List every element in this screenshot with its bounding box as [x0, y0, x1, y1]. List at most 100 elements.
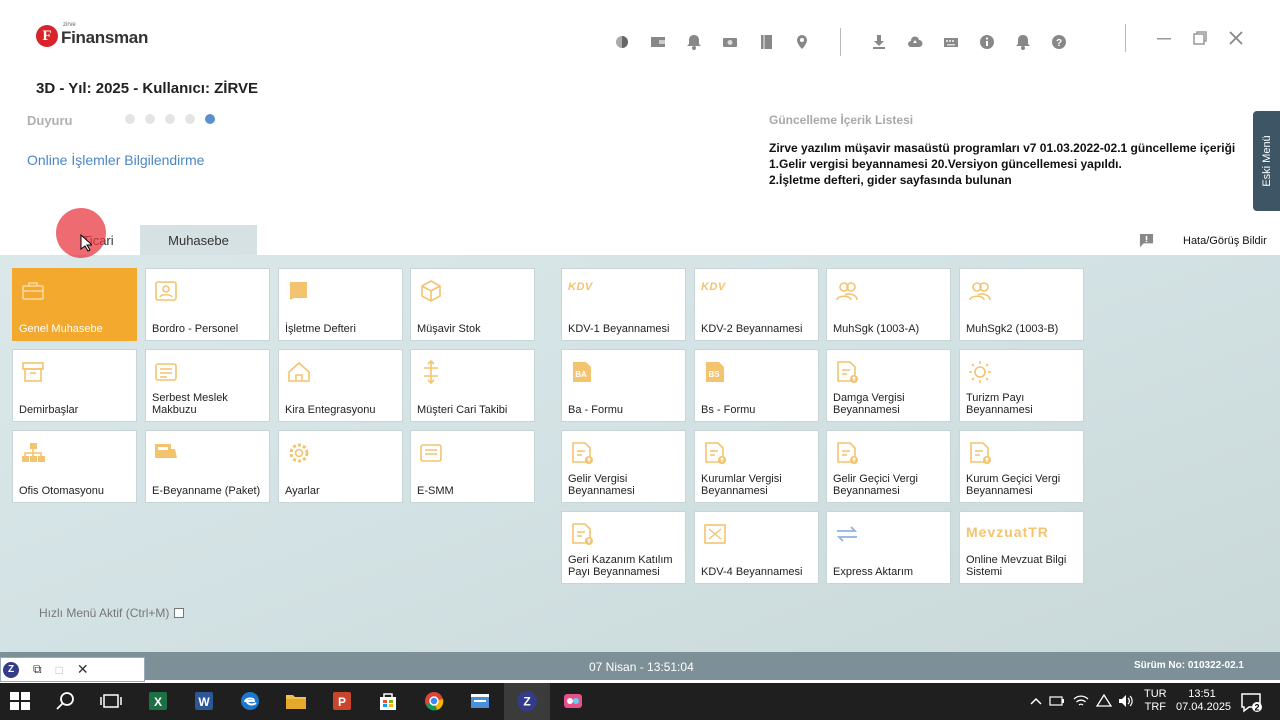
- tray-chevron-icon[interactable]: [1028, 693, 1044, 712]
- chrome-icon[interactable]: [423, 690, 445, 712]
- language-indicator[interactable]: TUR TRF: [1144, 688, 1167, 714]
- network-icon[interactable]: [1095, 693, 1113, 712]
- update-line: 2.İşletme defteri, gider sayfasında bulu…: [769, 173, 1012, 187]
- tile-label: Bs - Formu: [701, 404, 756, 416]
- file-explorer-icon[interactable]: [285, 690, 307, 712]
- gear-icon: [287, 441, 311, 465]
- store-icon[interactable]: [377, 690, 399, 712]
- tile-damga-vergisi[interactable]: Damga Vergisi Beyannamesi: [826, 349, 951, 422]
- tile-muhsgk[interactable]: MuhSgk (1003-A): [826, 268, 951, 341]
- doc-upload-icon: [968, 441, 992, 465]
- tile-label: Serbest Meslek Makbuzu: [152, 392, 228, 416]
- edge-icon[interactable]: [239, 690, 261, 712]
- tile-muhsgk2[interactable]: MuhSgk2 (1003-B): [959, 268, 1084, 341]
- tile-kdv1[interactable]: KDV KDV-1 Beyannamesi: [561, 268, 686, 341]
- archive-icon: [21, 360, 45, 384]
- wallet-icon[interactable]: [648, 32, 668, 52]
- maximize-icon[interactable]: □: [56, 663, 63, 677]
- money-icon[interactable]: [720, 32, 740, 52]
- lang-line2: TRF: [1144, 701, 1166, 713]
- notebook-icon[interactable]: [756, 32, 776, 52]
- update-list-body: Zirve yazılım müşavir masaüstü programla…: [769, 140, 1249, 188]
- task-view-icon[interactable]: [100, 690, 122, 712]
- tile-kdv4[interactable]: KDV-4 Beyannamesi: [694, 511, 819, 584]
- old-menu-button[interactable]: Eski Menü: [1253, 111, 1280, 211]
- tile-express-aktarim[interactable]: Express Aktarım: [826, 511, 951, 584]
- package-icon: [154, 441, 178, 465]
- page-title: 3D - Yıl: 2025 - Kullanıcı: ZİRVE: [36, 80, 259, 97]
- book-icon: [287, 279, 311, 303]
- app-window-icon[interactable]: [469, 690, 491, 712]
- restore-button[interactable]: [1190, 28, 1210, 48]
- tile-isletme-defteri[interactable]: İşletme Defteri: [278, 268, 403, 341]
- tile-kurum-gecici[interactable]: Kurum Geçici Vergi Beyannamesi: [959, 430, 1084, 503]
- notification-center-icon[interactable]: 2: [1240, 691, 1262, 718]
- tile-e-beyanname[interactable]: E-Beyanname (Paket): [145, 430, 270, 503]
- info-icon[interactable]: [977, 32, 997, 52]
- tile-demirbaslar[interactable]: Demirbaşlar: [12, 349, 137, 422]
- keyboard-icon[interactable]: [941, 32, 961, 52]
- volume-icon[interactable]: [1118, 693, 1134, 712]
- battery-icon[interactable]: [1049, 693, 1065, 712]
- carousel-dot-active[interactable]: [205, 114, 215, 124]
- carousel-dot[interactable]: [185, 114, 195, 124]
- alert-bell-icon[interactable]: [1013, 32, 1033, 52]
- tile-online-mevzuat[interactable]: MevzuatTR Online Mevzuat Bilgi Sistemi: [959, 511, 1084, 584]
- tile-label: E-SMM: [417, 485, 454, 497]
- tile-gelir-gecici[interactable]: Gelir Geçici Vergi Beyannamesi: [826, 430, 951, 503]
- tile-ayarlar[interactable]: Ayarlar: [278, 430, 403, 503]
- tile-kdv2[interactable]: KDV KDV-2 Beyannamesi: [694, 268, 819, 341]
- quick-menu-toggle[interactable]: Hızlı Menü Aktif (Ctrl+M): [39, 606, 185, 620]
- tile-kira-entegrasyonu[interactable]: Kira Entegrasyonu: [278, 349, 403, 422]
- location-pin-icon[interactable]: [792, 32, 812, 52]
- download-icon[interactable]: [869, 32, 889, 52]
- carousel-dot[interactable]: [165, 114, 175, 124]
- tile-label: Genel Muhasebe: [19, 323, 103, 335]
- clock-time: 13:51: [1188, 688, 1216, 700]
- powerpoint-icon[interactable]: P: [331, 690, 353, 712]
- update-line: Zirve yazılım müşavir masaüstü programla…: [769, 141, 1236, 155]
- minimize-button[interactable]: [1154, 28, 1174, 48]
- tile-ofis-otomasyonu[interactable]: Ofis Otomasyonu: [12, 430, 137, 503]
- tile-serbest-meslek[interactable]: Serbest Meslek Makbuzu: [145, 349, 270, 422]
- bell-icon[interactable]: [684, 32, 704, 52]
- online-operations-link[interactable]: Online İşlemler Bilgilendirme: [27, 152, 204, 168]
- zirve-app-icon: Z: [3, 661, 19, 678]
- report-feedback[interactable]: Hata/Görüş Bildir: [1138, 233, 1267, 248]
- excel-icon[interactable]: X: [147, 690, 169, 712]
- tile-musteri-cari[interactable]: Müşteri Cari Takibi: [410, 349, 535, 422]
- cloud-upload-icon[interactable]: [905, 32, 925, 52]
- tile-geri-kazanim[interactable]: Geri Kazanım Katılım Payı Beyannamesi: [561, 511, 686, 584]
- tile-label: E-Beyanname (Paket): [152, 485, 261, 497]
- windows-start-icon[interactable]: [9, 690, 31, 712]
- tile-label: Damga Vergisi Beyannamesi: [833, 392, 905, 416]
- toolbar-separator: [840, 28, 841, 56]
- carousel-dot[interactable]: [145, 114, 155, 124]
- quick-menu-checkbox[interactable]: [174, 608, 185, 618]
- wifi-icon[interactable]: [1073, 693, 1089, 712]
- tile-bs-formu[interactable]: BS Bs - Formu: [694, 349, 819, 422]
- tile-ba-formu[interactable]: BA Ba - Formu: [561, 349, 686, 422]
- close-icon[interactable]: ✕: [77, 661, 89, 678]
- word-icon[interactable]: W: [193, 690, 215, 712]
- carousel-dot[interactable]: [125, 114, 135, 124]
- tile-kurumlar-vergisi[interactable]: Kurumlar Vergisi Beyannamesi: [694, 430, 819, 503]
- zirve-taskbar-icon[interactable]: Z: [516, 690, 538, 712]
- tile-e-smm[interactable]: E-SMM: [410, 430, 535, 503]
- cascade-icon[interactable]: ⧉: [33, 662, 42, 677]
- search-icon[interactable]: [55, 690, 77, 712]
- tile-bordro-personel[interactable]: Bordro - Personel: [145, 268, 270, 341]
- toolbar-separator: [1125, 24, 1126, 52]
- tile-musavir-stok[interactable]: Müşavir Stok: [410, 268, 535, 341]
- tab-muhasebe[interactable]: Muhasebe: [140, 225, 257, 255]
- media-app-icon[interactable]: [562, 690, 584, 712]
- svg-text:P: P: [338, 695, 346, 709]
- system-clock[interactable]: 13:51 07.04.2025: [1176, 688, 1231, 714]
- minimized-window-bar[interactable]: Z ⧉ □ ✕: [0, 657, 145, 682]
- theme-icon[interactable]: [612, 32, 632, 52]
- close-button[interactable]: [1226, 28, 1246, 48]
- tile-genel-muhasebe[interactable]: Genel Muhasebe: [12, 268, 137, 341]
- help-icon[interactable]: ?: [1049, 32, 1069, 52]
- tile-turizm-payi[interactable]: Turizm Payı Beyannamesi: [959, 349, 1084, 422]
- tile-gelir-vergisi[interactable]: Gelir Vergisi Beyannamesi: [561, 430, 686, 503]
